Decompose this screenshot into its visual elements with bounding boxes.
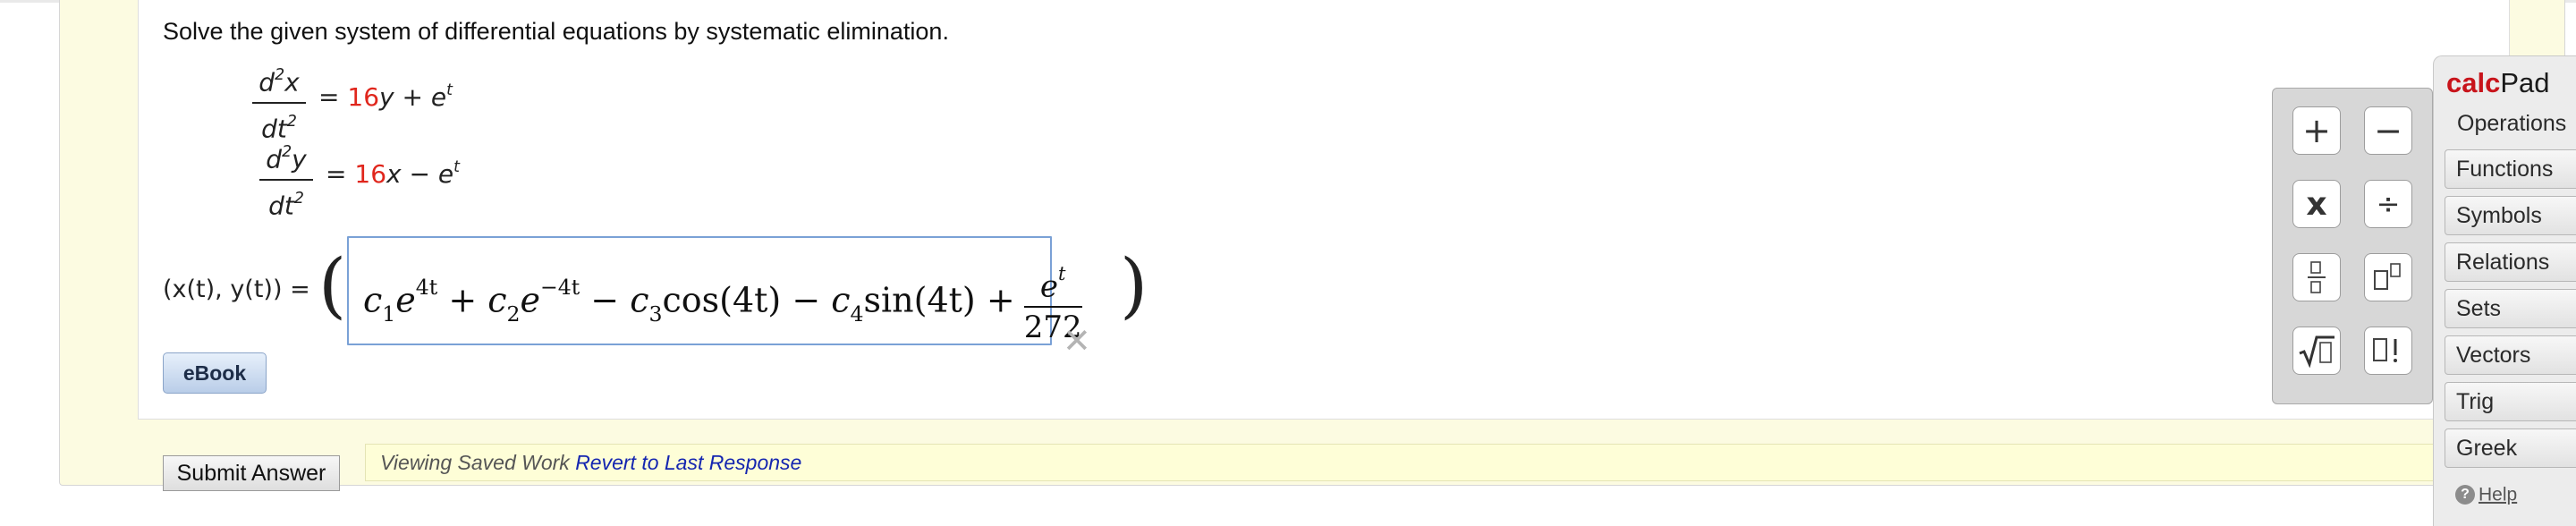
tab-functions[interactable]: Functions [2445,149,2576,189]
fraction-icon [2308,261,2326,293]
help-link[interactable]: ? Help [2455,484,2517,505]
factorial-icon [2373,338,2397,362]
calcpad-title: calcPad [2446,67,2550,98]
derivative-fraction: d2x dt2 [252,61,306,146]
equation-1: d2x dt2 = 16y + et [252,61,521,144]
fraction-button[interactable] [2292,253,2341,301]
tab-sets[interactable]: Sets [2445,289,2576,328]
tab-relations[interactable]: Relations [2445,242,2576,282]
exponent-icon [2374,263,2401,290]
clear-answer-icon[interactable]: ✕ [1063,324,1091,358]
saved-work-text: Viewing Saved Work Revert to Last Respon… [380,451,802,474]
minus-button[interactable]: − [2364,106,2412,155]
answer-label: (x(t), y(t)) = [163,276,310,303]
equation-2: d2y dt2 = 16x − et [252,138,521,221]
tab-vectors[interactable]: Vectors [2445,335,2576,375]
right-paren: ) [1120,243,1148,327]
answer-input[interactable]: c1e4t + c2e−4t − c3cos(4t) − c4sin(4t) +… [347,236,1082,345]
plus-button[interactable]: + [2292,106,2341,155]
help-icon: ? [2455,485,2475,505]
equation-rhs: = 16x − et [326,157,460,189]
tab-trig[interactable]: Trig [2445,382,2576,421]
calcpad-panel: calcPad Operations Functions Symbols Rel… [2433,55,2576,526]
left-paren: ( [318,243,347,327]
tab-operations[interactable]: Operations [2434,105,2576,144]
equation-rhs: = 16y + et [318,81,453,112]
derivative-fraction: d2y dt2 [259,138,313,223]
times-button[interactable]: x [2292,180,2341,228]
sqrt-button[interactable] [2292,327,2341,375]
tab-symbols[interactable]: Symbols [2445,196,2576,235]
revert-link[interactable]: Revert to Last Response [575,451,801,474]
tab-greek[interactable]: Greek [2445,428,2576,468]
divide-button[interactable]: ÷ [2364,180,2412,228]
sqrt-icon [2299,335,2334,368]
power-button[interactable] [2364,253,2412,301]
calcpad-operations-grid: + − x ÷ [2272,88,2433,404]
saved-work-bar: Viewing Saved Work Revert to Last Respon… [365,444,2576,481]
ebook-button[interactable]: eBook [163,352,267,394]
factorial-button[interactable] [2364,327,2412,375]
submit-answer-button[interactable]: Submit Answer [163,455,340,491]
answer-expression: c1e4t + c2e−4t − c3cos(4t) − c4sin(4t) +… [363,262,1082,346]
question-prompt: Solve the given system of differential e… [163,18,949,45]
